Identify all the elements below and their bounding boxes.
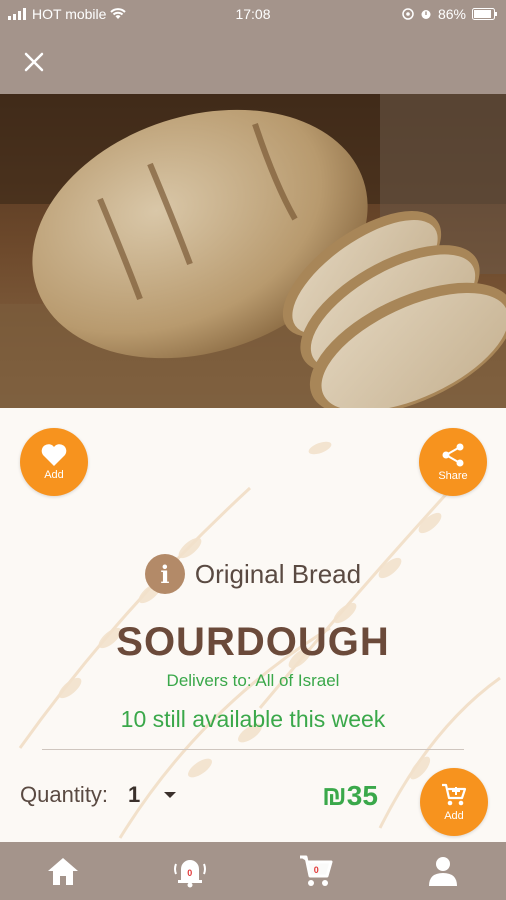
quantity-row: Quantity: 1: [20, 782, 177, 808]
delivery-info: Delivers to: All of Israel: [166, 671, 340, 690]
wifi-icon: [110, 8, 127, 19]
cart-badge: 0: [313, 865, 319, 875]
battery-icon: [472, 8, 497, 20]
product-title: SOURDOUGH: [116, 620, 390, 664]
add-to-cart-label: Add: [444, 810, 464, 822]
favorite-label: Add: [44, 469, 64, 481]
availability-info: 10 still available this week: [120, 706, 386, 732]
nav-cart[interactable]: 0: [286, 842, 346, 900]
chevron-down-icon[interactable]: [164, 792, 177, 798]
alarm-icon: [421, 10, 431, 19]
status-bar: HOT mobile 17:08 86%: [0, 0, 506, 28]
signal-icon: [8, 8, 26, 20]
category-row: i Original Bread: [0, 554, 506, 594]
share-button[interactable]: Share: [419, 428, 487, 496]
location-icon: [402, 8, 414, 20]
info-icon[interactable]: i: [144, 554, 185, 594]
notifications-badge: 0: [187, 868, 193, 878]
nav-notifications[interactable]: 0: [160, 842, 220, 900]
product-image: [0, 94, 506, 408]
battery-percent: 86%: [437, 6, 466, 22]
nav-profile[interactable]: [413, 842, 473, 900]
share-label: Share: [438, 470, 468, 482]
user-icon: [428, 857, 457, 886]
add-to-cart-button[interactable]: Add: [420, 768, 488, 836]
nav-home[interactable]: [33, 842, 93, 900]
bottom-nav: 0 0: [0, 842, 506, 900]
close-icon[interactable]: [20, 48, 48, 76]
share-icon: [442, 443, 464, 467]
divider: [42, 749, 464, 750]
top-bar: [0, 28, 506, 94]
price: ₪35: [322, 780, 378, 811]
heart-icon: [41, 444, 67, 466]
cart-icon: [442, 783, 467, 806]
carrier-label: HOT mobile: [32, 6, 107, 22]
home-icon: [48, 858, 79, 885]
quantity-select[interactable]: 1: [128, 782, 140, 808]
quantity-label: Quantity:: [20, 782, 109, 807]
product-details: Add Share i Original Bread SOURDOUGH Del…: [0, 408, 506, 842]
favorite-button[interactable]: Add: [20, 428, 88, 496]
category-label: Original Bread: [194, 558, 362, 589]
